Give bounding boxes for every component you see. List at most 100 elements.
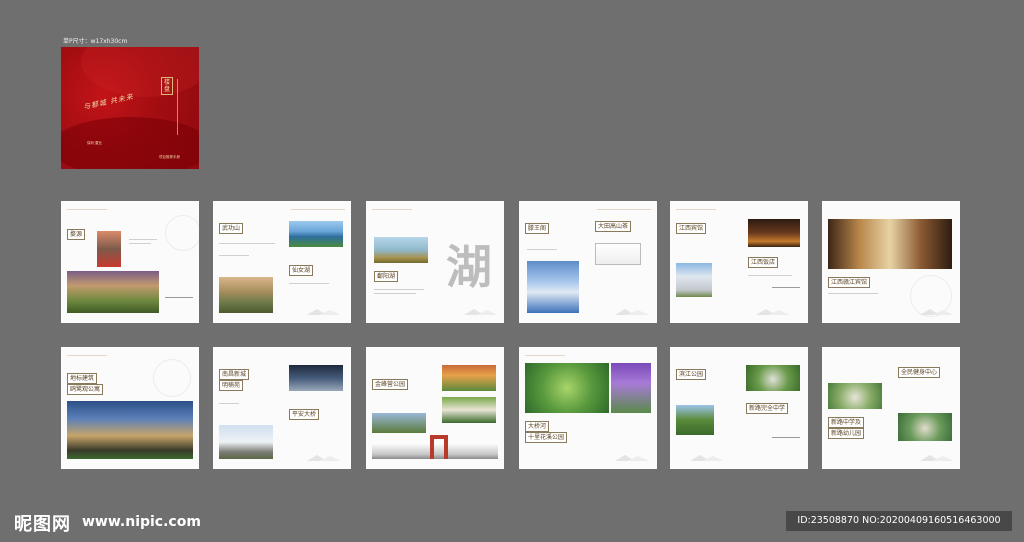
- place-label: 金峰营公园: [372, 379, 409, 390]
- place-label: 十里花溪公园: [525, 432, 568, 443]
- text-line: [748, 275, 792, 276]
- photo-bridge-night: [289, 365, 343, 391]
- mountain-decoration: [615, 455, 649, 461]
- photo-hotel-night: [748, 219, 800, 247]
- place-label: 新路幼儿园: [828, 428, 865, 439]
- photo-park-plaza: [442, 397, 496, 423]
- page-size-label: 单P尺寸：w17xh30cm: [63, 38, 128, 45]
- place-label: 新路中学及: [828, 417, 865, 428]
- brochure-page-1[interactable]: 婺源: [61, 201, 199, 323]
- cover-divider: [177, 79, 180, 135]
- photo-skyline: [67, 401, 193, 459]
- mountain-decoration: [615, 309, 649, 315]
- text-line: [527, 249, 557, 250]
- text-line: [219, 255, 249, 256]
- mountain-decoration: [920, 309, 954, 315]
- header-rule: [597, 209, 651, 210]
- mountain-decoration: [307, 455, 341, 461]
- photo-park: [372, 413, 426, 433]
- place-label: 鸥鹭观公寓: [67, 384, 104, 395]
- place-label: 地标建筑: [67, 373, 98, 384]
- brochure-page-5[interactable]: 江西宾馆 江西饭店: [670, 201, 808, 323]
- place-label: 江西宾馆: [676, 223, 707, 234]
- place-label: 婺源: [67, 229, 86, 240]
- place-label: 滨江公园: [676, 369, 707, 380]
- frame-line: [772, 437, 800, 438]
- header-rule: [525, 355, 565, 356]
- photo-mountain: [219, 277, 273, 313]
- place-label: 全民健身中心: [898, 367, 941, 378]
- header-rule: [372, 209, 412, 210]
- photo-building: [219, 425, 273, 459]
- photo-hotel-tower: [676, 263, 712, 297]
- place-label: 大桥河: [525, 421, 550, 432]
- cover-brand: 保利·置业: [87, 141, 103, 145]
- header-rule: [291, 209, 345, 210]
- mountain-decoration: [756, 309, 790, 315]
- nipic-url: www.nipic.com: [82, 514, 201, 530]
- place-label: 平安大桥: [289, 409, 320, 420]
- photo-park-masterplan: [525, 363, 609, 413]
- frame-line: [772, 287, 800, 288]
- text-line: [828, 293, 878, 294]
- header-rule: [676, 209, 716, 210]
- brochure-page-2[interactable]: 武功山 仙女湖: [213, 201, 351, 323]
- decor-circle: [153, 359, 191, 397]
- mountain-decoration: [690, 455, 724, 461]
- text-line: [374, 293, 416, 294]
- place-label: 武功山: [219, 223, 244, 234]
- photo-gym-aerial: [828, 383, 882, 409]
- brochure-page-4[interactable]: 滕王阁 大田高山茶: [519, 201, 657, 323]
- place-label: 鄱阳湖: [374, 271, 399, 282]
- text-line: [374, 289, 424, 290]
- nipic-logo: 昵图网: [14, 514, 71, 535]
- brochure-page-11[interactable]: 滨江公园 新路完全中学: [670, 347, 808, 469]
- photo-hotel-lobby: [828, 219, 952, 269]
- photo-girl: [97, 231, 121, 267]
- place-label: 江西饭店: [748, 257, 779, 268]
- place-label: 大田高山茶: [595, 221, 632, 232]
- photo-terraces: [67, 271, 159, 313]
- cover-vertical-title: 楼盘: [161, 77, 173, 95]
- photo-school-aerial: [746, 365, 800, 391]
- cover-bottom-text: 项目推荐手册: [159, 155, 180, 159]
- mountain-decoration: [464, 309, 498, 315]
- brochure-page-3[interactable]: 鄱阳湖 湖: [366, 201, 504, 323]
- decor-circle: [165, 215, 199, 251]
- brochure-page-9[interactable]: 金峰营公园: [366, 347, 504, 469]
- text-line: [129, 239, 157, 240]
- photo-school-campus: [898, 413, 952, 441]
- photo-frame: [595, 243, 641, 265]
- calligraphy-character: 湖: [446, 240, 492, 294]
- text-line: [289, 283, 329, 284]
- photo-lake: [289, 221, 343, 247]
- place-label: 滕王阁: [525, 223, 550, 234]
- place-label: 南昌新城: [219, 369, 250, 380]
- text-line: [219, 403, 239, 404]
- cover-calligraphy: 与都城 共未来: [82, 92, 135, 112]
- place-label: 明楠苑: [219, 380, 244, 391]
- frame-line: [165, 297, 193, 298]
- sculpture-arch: [430, 435, 448, 459]
- header-rule: [67, 209, 107, 210]
- text-line: [219, 243, 275, 244]
- cover-decoration: [81, 47, 199, 97]
- mountain-decoration: [920, 455, 954, 461]
- photo-lake: [374, 237, 428, 263]
- brochure-page-12[interactable]: 全民健身中心 新路中学及 新路幼儿园: [822, 347, 960, 469]
- photo-riverside-park: [676, 405, 714, 435]
- brochure-page-7[interactable]: 地标建筑 鸥鹭观公寓: [61, 347, 199, 469]
- photo-park-aerial: [442, 365, 496, 391]
- place-label: 江西赣江宾馆: [828, 277, 871, 288]
- text-line: [129, 243, 151, 244]
- header-rule: [67, 355, 107, 356]
- brochure-page-10[interactable]: 大桥河 十里花溪公园: [519, 347, 657, 469]
- cover-page[interactable]: 与都城 共未来 楼盘 保利·置业 项目推荐手册: [61, 47, 199, 169]
- place-label: 新路完全中学: [746, 403, 789, 414]
- photo-wisteria: [611, 363, 651, 413]
- brochure-page-8[interactable]: 南昌新城 明楠苑 平安大桥: [213, 347, 351, 469]
- photo-city: [527, 261, 579, 313]
- image-id-bar: ID:23508870 NO:20200409160516463000: [786, 511, 1012, 531]
- brochure-page-6[interactable]: 江西赣江宾馆: [822, 201, 960, 323]
- mountain-decoration: [307, 309, 341, 315]
